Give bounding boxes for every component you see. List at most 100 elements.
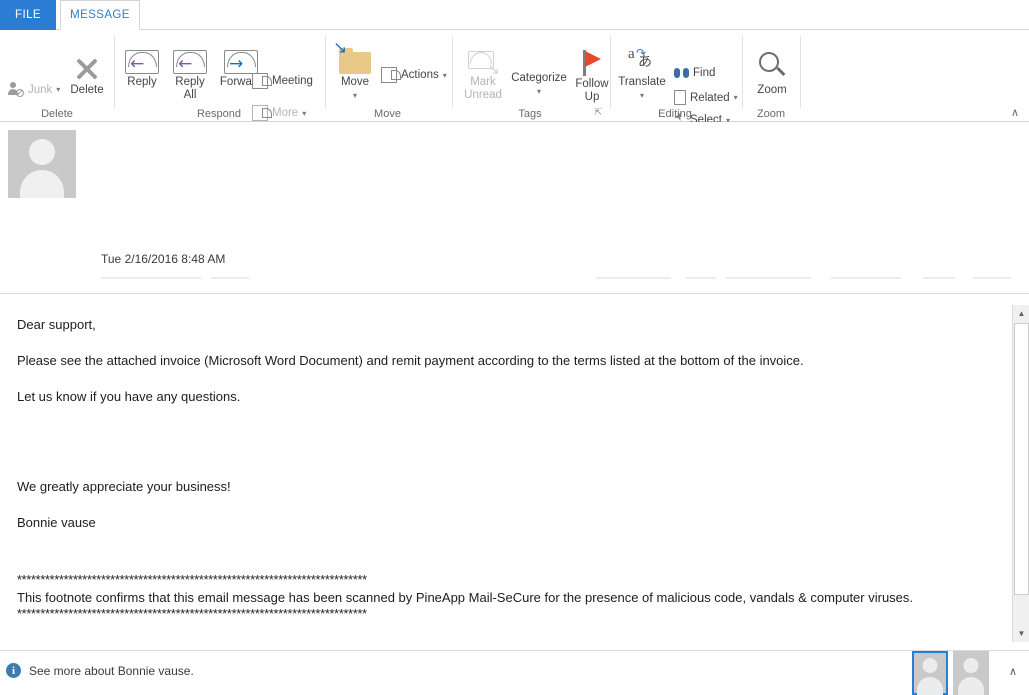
tab-message-label: MESSAGE: [70, 9, 130, 21]
footnote-text: This footnote confirms that this email m…: [17, 590, 914, 605]
categorize-button[interactable]: Categorize ▾: [508, 50, 570, 98]
find-label: Find: [693, 66, 716, 79]
ribbon-group-label-move: Move: [374, 108, 401, 120]
sender-name-redacted: [101, 272, 1011, 286]
body-paragraph-1: Please see the attached invoice (Microso…: [17, 353, 804, 368]
ribbon-group-label-tags: Tags: [518, 108, 542, 120]
sent-date: Tue 2/16/2016 8:48 AM: [101, 252, 226, 266]
body-closing: We greatly appreciate your business!: [17, 479, 231, 494]
translate-label: Translate: [618, 76, 666, 88]
collapse-ribbon-button[interactable]: ∧: [1011, 106, 1019, 119]
message-header: Tue 2/16/2016 8:48 AM ATTN: Invoice J-98…: [0, 122, 1029, 410]
magnifier-icon: [757, 52, 787, 82]
find-button[interactable]: Find: [674, 66, 715, 79]
ribbon-group-label-delete: Delete: [41, 108, 73, 120]
junk-icon: [8, 82, 24, 97]
actions-icon: [381, 67, 401, 83]
body-paragraph-2: Let us know if you have any questions.: [17, 389, 241, 404]
outlook-message-window: FILE MESSAGE Junk ▾ Delete Delete ← Repl…: [0, 0, 1029, 695]
delete-x-icon: [74, 56, 100, 82]
see-more-label: See more about Bonnie vause.: [29, 663, 194, 678]
translate-icon: a ↷ あ: [628, 46, 652, 70]
chevron-down-icon: ▾: [442, 70, 447, 80]
reply-all-label-line2: All: [183, 89, 197, 101]
footnote-rule-bottom: ****************************************…: [17, 607, 367, 621]
mark-unread-icon: ↘: [468, 50, 500, 77]
delete-button[interactable]: Delete: [62, 56, 112, 97]
related-button[interactable]: Related ▾: [674, 90, 738, 105]
follow-up-label-line1: Follow: [575, 78, 609, 90]
ribbon-group-label-respond: Respond: [196, 108, 242, 120]
reply-all-button[interactable]: ← Reply All: [166, 50, 214, 102]
forward-envelope-icon: →: [224, 50, 258, 74]
mark-unread-button[interactable]: ↘ Mark Unread: [458, 50, 508, 102]
chevron-down-icon: ▾: [536, 87, 541, 96]
categorize-label: Categorize: [511, 72, 567, 84]
related-label: Related: [690, 91, 730, 104]
move-folder-icon: ↘: [333, 40, 371, 74]
meeting-icon: [252, 73, 272, 89]
actions-button[interactable]: Actions ▾: [381, 67, 447, 83]
chevron-down-icon: ▾: [56, 85, 61, 94]
scroll-down-button[interactable]: ▼: [1013, 625, 1029, 642]
follow-up-button[interactable]: Follow Up: [570, 50, 614, 104]
ribbon-group-move: ↘ Move ▾ Actions ▾ Move: [325, 30, 450, 122]
people-thumbnails: [912, 651, 989, 695]
see-more-link[interactable]: i See more about Bonnie vause.: [6, 663, 194, 678]
zoom-button[interactable]: Zoom: [748, 52, 796, 97]
people-thumb-2[interactable]: [953, 651, 989, 695]
binoculars-icon: [674, 66, 689, 79]
body-greeting: Dear support,: [17, 317, 96, 332]
ribbon-tab-strip: FILE MESSAGE: [0, 0, 1029, 30]
footnote-rule-top: ****************************************…: [17, 573, 367, 587]
chevron-up-icon: ∧: [1008, 666, 1017, 678]
ribbon-group-respond: ← Reply ← Reply All → Forward Meeting Mo…: [114, 30, 324, 122]
body-signature: Bonnie vause: [17, 515, 96, 530]
chevron-down-icon: ▾: [639, 91, 644, 100]
reply-label: Reply: [127, 76, 157, 88]
body-vertical-scrollbar[interactable]: ▲ ▼: [1012, 305, 1029, 642]
people-thumb-1[interactable]: [912, 651, 948, 695]
meeting-button[interactable]: Meeting: [252, 73, 313, 89]
chevron-down-icon: ▾: [352, 91, 357, 100]
zoom-label: Zoom: [757, 84, 787, 96]
message-body[interactable]: Dear support, Please see the attached in…: [0, 296, 1029, 641]
scroll-up-button[interactable]: ▲: [1013, 305, 1029, 322]
info-icon: i: [6, 663, 21, 678]
mark-unread-label-line2: Unread: [464, 89, 502, 101]
avatar: [8, 130, 76, 198]
ribbon-group-editing: a↷あ Translate ▾ Find Related ▾ Select ▾ …: [610, 30, 740, 127]
categorize-icon: [524, 50, 554, 70]
delete-label: Delete: [70, 84, 104, 96]
ribbon-group-zoom: Zoom Zoom: [742, 30, 800, 122]
scrollbar-thumb[interactable]: [1014, 323, 1029, 595]
ribbon-group-delete: Junk ▾ Delete Delete: [0, 30, 114, 122]
message-body-text: Dear support, Please see the attached in…: [17, 316, 989, 550]
junk-button[interactable]: Junk ▾: [8, 82, 60, 97]
ribbon-group-tags: ↘ Mark Unread Categorize ▾ Follow Up ⇱ T…: [452, 30, 609, 122]
reply-envelope-icon: ←: [125, 50, 159, 74]
ribbon: Junk ▾ Delete Delete ← Reply ← Reply All…: [0, 30, 1029, 127]
actions-label: Actions: [401, 69, 439, 81]
move-button[interactable]: ↘ Move ▾: [333, 40, 377, 102]
tab-message[interactable]: MESSAGE: [60, 0, 140, 30]
chevron-up-icon: ∧: [1010, 107, 1019, 119]
reply-button[interactable]: ← Reply: [120, 50, 164, 89]
people-pane-expand-button[interactable]: ∧: [1009, 665, 1017, 678]
junk-label: Junk: [28, 83, 53, 96]
follow-up-label-line2: Up: [584, 91, 600, 103]
people-pane: i See more about Bonnie vause. ∧: [0, 651, 1029, 695]
move-label: Move: [340, 76, 370, 88]
tab-file-label: FILE: [15, 9, 41, 21]
flag-icon: [580, 50, 604, 76]
reply-all-envelope-icon: ←: [173, 50, 207, 74]
reply-all-label-line1: Reply: [175, 76, 205, 88]
meeting-label: Meeting: [272, 75, 313, 87]
tab-file[interactable]: FILE: [0, 0, 56, 30]
header-divider: [0, 293, 1029, 294]
ribbon-group-label-editing: Editing: [658, 108, 692, 120]
chevron-down-icon: ▾: [733, 93, 738, 102]
ribbon-group-label-zoom: Zoom: [756, 108, 786, 120]
translate-button[interactable]: a ↷ あ Translate ▾: [614, 46, 670, 102]
ribbon-separator: [800, 36, 801, 108]
